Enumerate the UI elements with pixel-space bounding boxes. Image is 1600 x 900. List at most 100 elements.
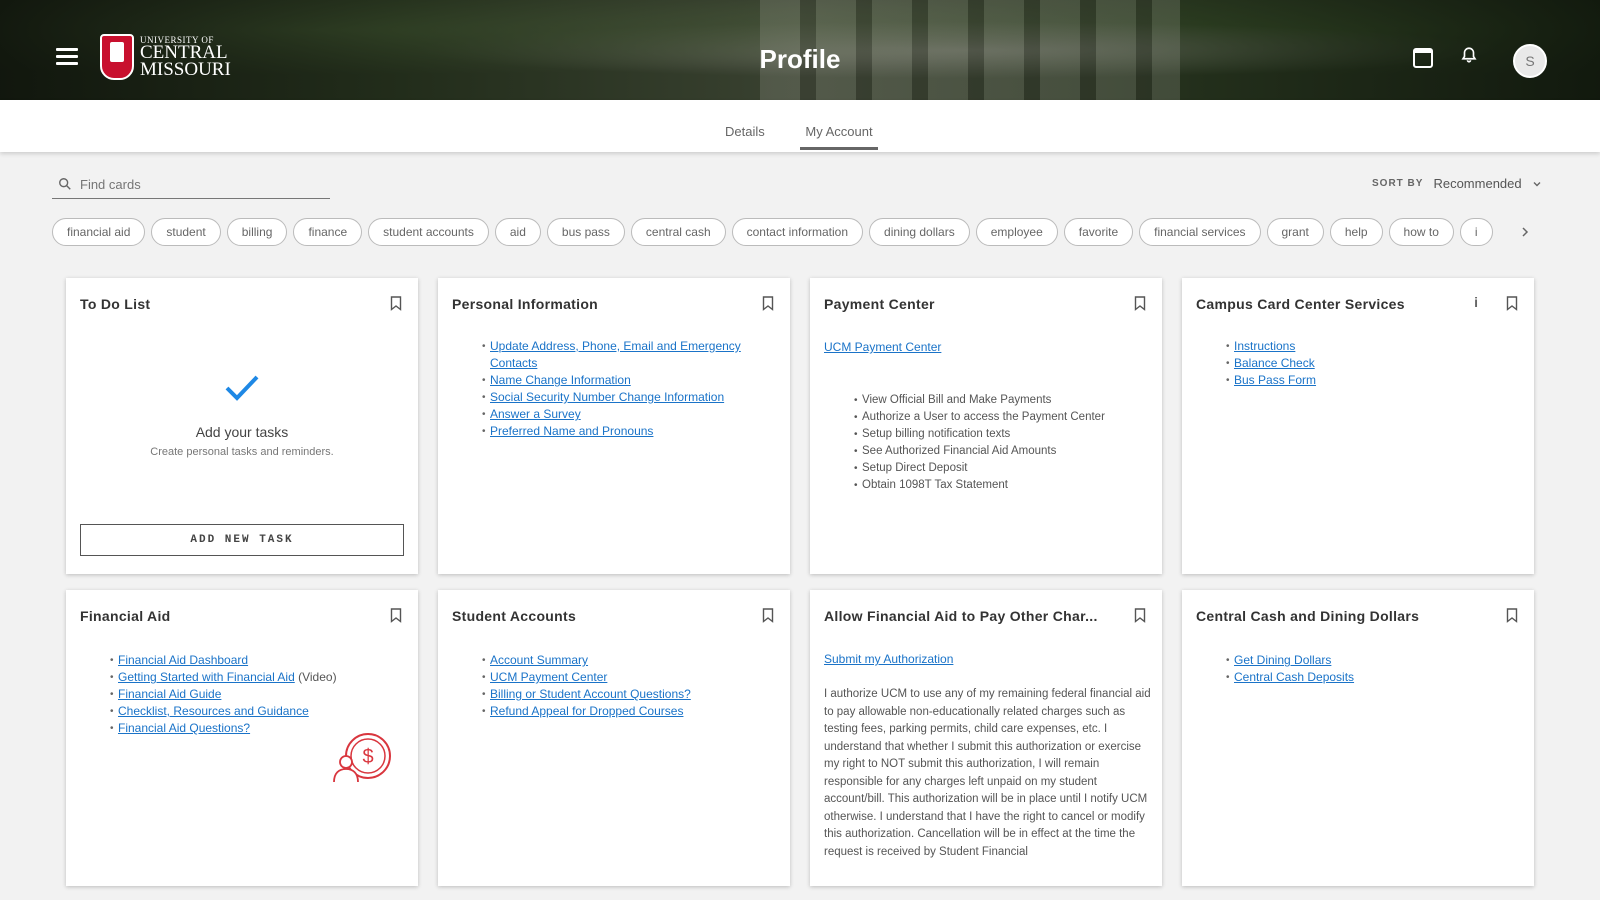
page-title: Profile [759, 44, 841, 74]
search-bar [52, 170, 330, 199]
chip[interactable]: central cash [630, 218, 726, 246]
list-item: Answer a Survey [482, 406, 762, 423]
link[interactable]: Billing or Student Account Questions? [490, 687, 691, 701]
authorization-text: I authorize UCM to use any of my remaini… [824, 688, 1151, 858]
bell-icon[interactable] [1460, 46, 1478, 64]
bookmark-icon[interactable] [390, 296, 402, 311]
link[interactable]: Financial Aid Dashboard [118, 653, 248, 667]
list-item: Setup billing notification texts [854, 426, 1154, 443]
svg-text:$: $ [362, 746, 373, 768]
list-item: Account Summary [482, 652, 772, 669]
link-list: Financial Aid Dashboard Getting Started … [110, 652, 400, 737]
tab-my-account[interactable]: My Account [800, 124, 878, 150]
chip[interactable]: i [1459, 218, 1493, 246]
list-item: UCM Payment Center [482, 669, 772, 686]
chip[interactable]: favorite [1063, 218, 1134, 246]
link[interactable]: Preferred Name and Pronouns [490, 424, 653, 438]
empty-state-subtitle: Create personal tasks and reminders. [150, 446, 334, 458]
chip[interactable]: student accounts [368, 218, 489, 246]
list-item: Balance Check [1226, 355, 1486, 372]
chip[interactable]: student [151, 218, 221, 246]
link[interactable]: Financial Aid Guide [118, 687, 221, 701]
bookmark-icon[interactable] [1506, 296, 1518, 311]
chips-next-button[interactable] [1512, 218, 1538, 246]
bookmark-icon[interactable] [762, 296, 774, 311]
link[interactable]: Social Security Number Change Informatio… [490, 390, 724, 404]
card-title: Financial Aid [80, 608, 171, 624]
chip[interactable]: grant [1266, 218, 1324, 246]
tab-details[interactable]: Details [725, 124, 765, 147]
link[interactable]: Checklist, Resources and Guidance [118, 704, 309, 718]
header-banner: UNIVERSITY OF CENTRAL MISSOURI Profile S [0, 0, 1600, 100]
submit-authorization-link[interactable]: Submit my Authorization [824, 652, 953, 666]
sort-control[interactable]: SORT BY Recommended [1372, 176, 1542, 191]
chip[interactable]: billing [226, 218, 288, 246]
card-payment-center: Payment Center UCM Payment Center View O… [810, 278, 1162, 574]
card-financial-aid: Financial Aid Financial Aid Dashboard Ge… [66, 590, 418, 886]
chip[interactable]: financial services [1139, 218, 1261, 246]
link[interactable]: Name Change Information [490, 373, 631, 387]
avatar[interactable]: S [1513, 44, 1547, 78]
bookmark-icon[interactable] [1134, 608, 1146, 623]
sort-value[interactable]: Recommended [1433, 176, 1521, 191]
link[interactable]: Balance Check [1234, 356, 1315, 370]
chip[interactable]: contact information [731, 218, 864, 246]
card-todo-list: To Do List Add your tasks Create persona… [66, 278, 418, 574]
list-item: See Authorized Financial Aid Amounts [854, 443, 1154, 460]
tab-bar: Details My Account [0, 100, 1600, 152]
financial-aid-dollar-icon: $ [333, 733, 391, 783]
link[interactable]: UCM Payment Center [490, 670, 607, 684]
list-item: Authorize a User to access the Payment C… [854, 409, 1154, 426]
bookmark-icon[interactable] [762, 608, 774, 623]
link[interactable]: Bus Pass Form [1234, 373, 1316, 387]
list-item: Bus Pass Form [1226, 372, 1486, 389]
payment-center-link[interactable]: UCM Payment Center [824, 340, 941, 354]
chip[interactable]: bus pass [546, 218, 625, 246]
video-suffix: (Video) [298, 670, 337, 684]
list-item: Central Cash Deposits [1226, 669, 1486, 686]
bookmark-icon[interactable] [1506, 608, 1518, 623]
card-central-cash-dining: Central Cash and Dining Dollars Get Dini… [1182, 590, 1534, 886]
chip[interactable]: dining dollars [869, 218, 970, 246]
list-item: Getting Started with Financial Aid (Vide… [110, 669, 400, 686]
link[interactable]: Instructions [1234, 339, 1295, 353]
card-title: Allow Financial Aid to Pay Other Char... [824, 608, 1098, 624]
list-item: Checklist, Resources and Guidance [110, 703, 400, 720]
list-item: Instructions [1226, 338, 1486, 355]
link-list: Update Address, Phone, Email and Emergen… [482, 338, 762, 440]
add-new-task-button[interactable]: ADD NEW TASK [80, 524, 404, 556]
link[interactable]: Getting Started with Financial Aid [118, 670, 295, 684]
list-item: Preferred Name and Pronouns [482, 423, 762, 440]
link[interactable]: Central Cash Deposits [1234, 670, 1354, 684]
bookmark-icon[interactable] [390, 608, 402, 623]
chip[interactable]: finance [293, 218, 363, 246]
bookmark-icon[interactable] [1134, 296, 1146, 311]
link[interactable]: Financial Aid Questions? [118, 721, 250, 735]
chip[interactable]: how to [1388, 218, 1454, 246]
card-student-accounts: Student Accounts Account Summary UCM Pay… [438, 590, 790, 886]
card-title: Payment Center [824, 296, 935, 312]
card-allow-financial-aid: Allow Financial Aid to Pay Other Char...… [810, 590, 1162, 886]
link[interactable]: Get Dining Dollars [1234, 653, 1331, 667]
card-title: Campus Card Center Services [1196, 296, 1405, 312]
card-title: To Do List [80, 296, 151, 312]
chip[interactable]: help [1329, 218, 1383, 246]
info-icon[interactable]: i [1474, 294, 1478, 310]
list-item: Refund Appeal for Dropped Courses [482, 703, 772, 720]
link[interactable]: Update Address, Phone, Email and Emergen… [490, 339, 741, 370]
chip[interactable]: employee [975, 218, 1058, 246]
calendar-icon[interactable] [1413, 48, 1433, 68]
chevron-down-icon[interactable] [1532, 179, 1542, 189]
card-personal-information: Personal Information Update Address, Pho… [438, 278, 790, 574]
link-list: Instructions Balance Check Bus Pass Form [1226, 338, 1486, 389]
list-item: Financial Aid Dashboard [110, 652, 400, 669]
chip[interactable]: aid [494, 218, 541, 246]
chip[interactable]: financial aid [52, 218, 146, 246]
link[interactable]: Account Summary [490, 653, 588, 667]
link-list: Account Summary UCM Payment Center Billi… [482, 652, 772, 720]
search-input[interactable] [78, 175, 322, 193]
filter-chips: financial aid student billing finance st… [52, 218, 1530, 246]
link[interactable]: Answer a Survey [490, 407, 581, 421]
link[interactable]: Refund Appeal for Dropped Courses [490, 704, 683, 718]
checkmark-icon [225, 375, 259, 401]
